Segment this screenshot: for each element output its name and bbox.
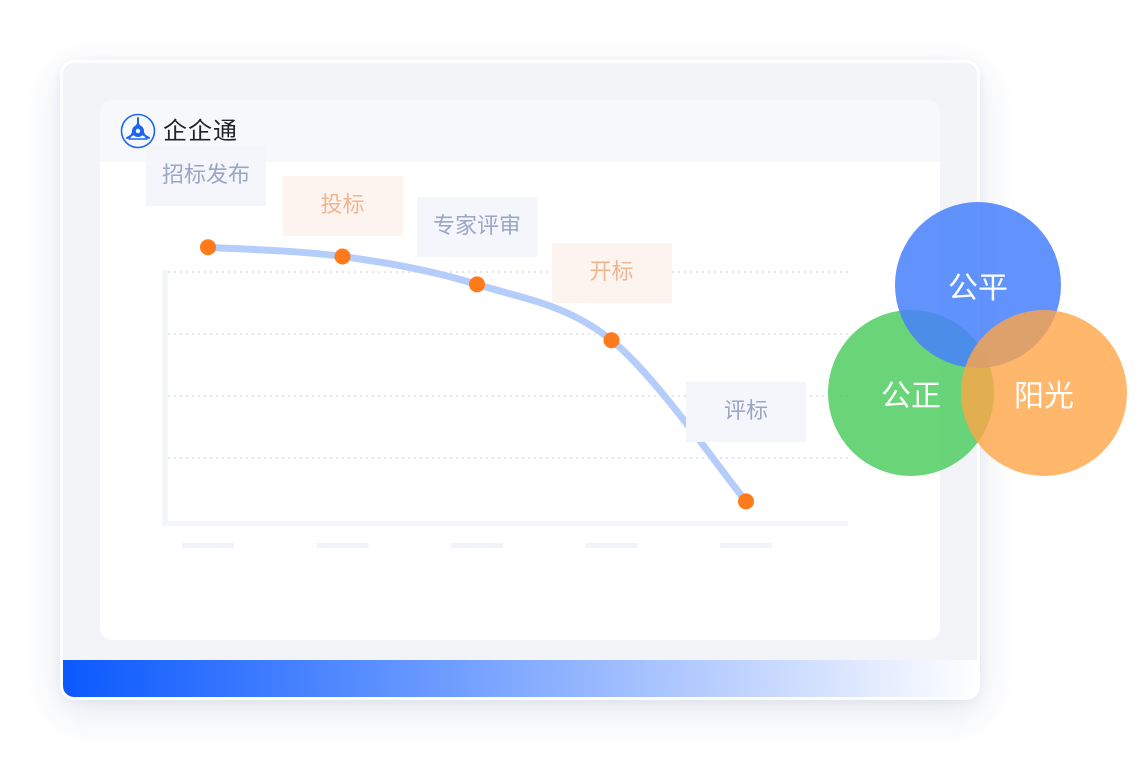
x-tick-placeholder: [585, 543, 638, 548]
data-point: [469, 276, 485, 293]
illustration: 企企通 招标发布 投标 专家评审 开标 评标 公平 公正 阳光: [0, 0, 1140, 760]
bottom-gradient-bar: [63, 660, 977, 697]
step-label: 专家评审: [417, 197, 537, 258]
x-tick-placeholder: [720, 543, 772, 548]
step-label: 开标: [551, 243, 672, 304]
data-point: [738, 493, 754, 510]
chart-x-ticks: [182, 543, 772, 548]
step-label: 投标: [282, 175, 403, 236]
app-window: 企企通 招标发布 投标 专家评审 开标 评标: [100, 100, 940, 640]
step-label: 评标: [686, 382, 806, 443]
y-axis: [162, 270, 168, 526]
data-point: [603, 332, 620, 349]
data-point: [200, 239, 216, 256]
venn-label-sunshine: 阳光: [1014, 379, 1074, 414]
venn-label-fair: 公平: [948, 271, 1008, 306]
data-point: [334, 248, 351, 265]
step-label: 招标发布: [146, 146, 266, 207]
x-axis: [162, 521, 848, 526]
venn-label-just: 公正: [881, 379, 941, 414]
x-tick-placeholder: [182, 543, 234, 548]
x-tick-placeholder: [451, 543, 503, 548]
x-tick-placeholder: [316, 543, 369, 548]
venn-circle-sunshine: 阳光: [961, 310, 1127, 476]
